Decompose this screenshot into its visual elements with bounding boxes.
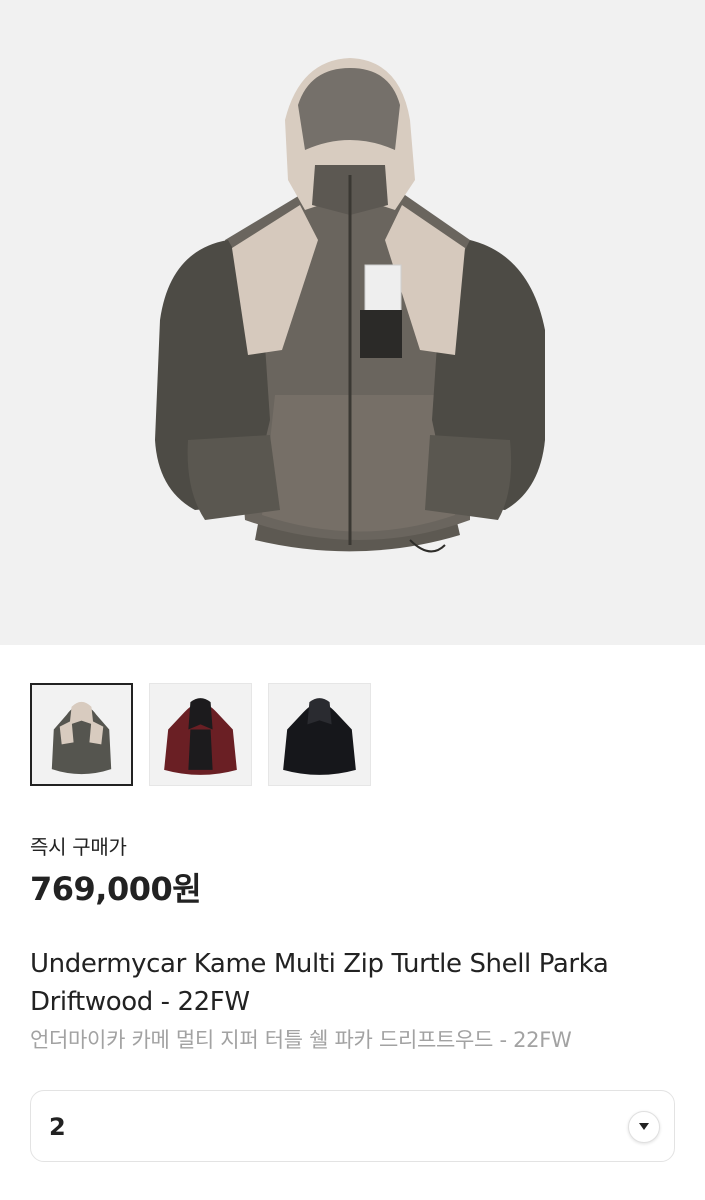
jacket-photo [155,58,545,553]
product-hero-image[interactable] [0,0,705,645]
price-value: 769,000원 [30,870,202,908]
thumbnail-black[interactable] [268,683,371,786]
thumbnail-burgundy-image [164,698,237,775]
product-subtitle: 언더마이카 카메 멀티 지퍼 터틀 쉘 파카 드리프트우드 - 22FW [30,1028,572,1052]
thumbnail-driftwood[interactable] [30,683,133,786]
thumbnail-strip [30,683,371,786]
thumbnail-black-image [283,698,356,775]
size-select[interactable]: 2 [30,1090,675,1162]
chevron-down-icon[interactable] [628,1111,660,1143]
product-title: Undermycar Kame Multi Zip Turtle Shell P… [30,949,609,1017]
size-select-value: 2 [49,1113,66,1141]
thumbnail-driftwood-image [51,701,112,775]
price-label: 즉시 구매가 [30,835,127,859]
thumbnail-burgundy[interactable] [149,683,252,786]
